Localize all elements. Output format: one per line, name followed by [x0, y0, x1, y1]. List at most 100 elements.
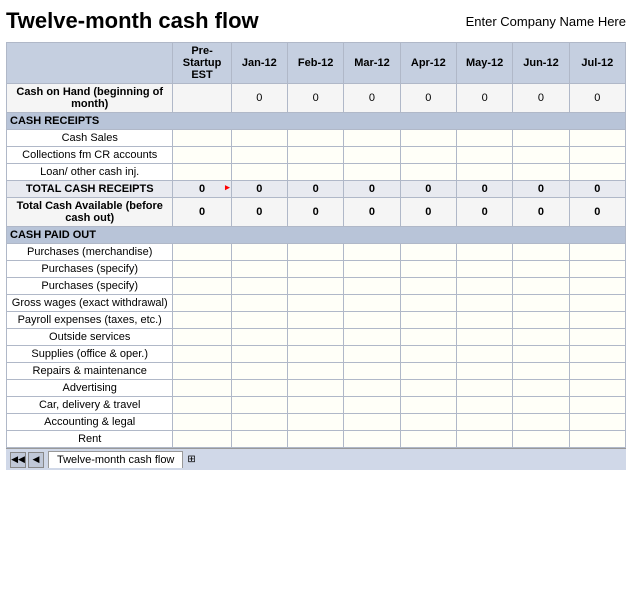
total-available-jun[interactable]: 0	[513, 198, 569, 227]
row-advertising: Advertising	[7, 380, 626, 397]
total-receipts-label: TOTAL CASH RECEIPTS	[7, 181, 173, 198]
cash-sales-jul[interactable]	[569, 130, 625, 147]
cash-sales-label: Cash Sales	[7, 130, 173, 147]
total-receipts-mar[interactable]: 0	[344, 181, 400, 198]
nav-first-button[interactable]: ◀◀	[10, 452, 26, 468]
sheet-navigation: ◀◀ ◀	[10, 452, 44, 468]
loan-label: Loan/ other cash inj.	[7, 164, 173, 181]
top-header: Twelve-month cash flow Enter Company Nam…	[6, 8, 626, 34]
cash-sales-mar[interactable]	[344, 130, 400, 147]
collections-jan[interactable]	[231, 147, 287, 164]
total-available-mar[interactable]: 0	[344, 198, 400, 227]
supplies-label: Supplies (office & oper.)	[7, 346, 173, 363]
row-collections: Collections fm CR accounts	[7, 147, 626, 164]
loan-apr[interactable]	[400, 164, 456, 181]
cash-on-hand-may[interactable]: 0	[456, 84, 512, 113]
cash-sales-apr[interactable]	[400, 130, 456, 147]
loan-feb[interactable]	[288, 164, 344, 181]
row-purchases-merch: Purchases (merchandise)	[7, 244, 626, 261]
collections-may[interactable]	[456, 147, 512, 164]
page-wrapper: Twelve-month cash flow Enter Company Nam…	[0, 0, 632, 470]
purchases-merch-label: Purchases (merchandise)	[7, 244, 173, 261]
collections-mar[interactable]	[344, 147, 400, 164]
cash-on-hand-apr[interactable]: 0	[400, 84, 456, 113]
total-available-apr[interactable]: 0	[400, 198, 456, 227]
purchases-spec2-label: Purchases (specify)	[7, 278, 173, 295]
total-available-feb[interactable]: 0	[288, 198, 344, 227]
bottom-bar: ◀◀ ◀ Twelve-month cash flow ⊞	[6, 448, 626, 470]
loan-may[interactable]	[456, 164, 512, 181]
row-cash-on-hand: Cash on Hand (beginning of month) 0 0 0 …	[7, 84, 626, 113]
section-cash-paid: CASH PAID OUT	[7, 227, 626, 244]
row-accounting: Accounting & legal	[7, 414, 626, 431]
loan-jul[interactable]	[569, 164, 625, 181]
repairs-label: Repairs & maintenance	[7, 363, 173, 380]
cash-on-hand-jul[interactable]: 0	[569, 84, 625, 113]
cash-on-hand-prestartup[interactable]	[173, 84, 231, 113]
collections-apr[interactable]	[400, 147, 456, 164]
cash-sales-jan[interactable]	[231, 130, 287, 147]
col-header-jun: Jun-12	[513, 43, 569, 84]
row-rent: Rent	[7, 431, 626, 448]
col-header-prestartup: Pre-Startup EST	[173, 43, 231, 84]
gross-wages-label: Gross wages (exact withdrawal)	[7, 295, 173, 312]
loan-jan[interactable]	[231, 164, 287, 181]
col-header-jan: Jan-12	[231, 43, 287, 84]
col-header-mar: Mar-12	[344, 43, 400, 84]
collections-jun[interactable]	[513, 147, 569, 164]
cash-sales-prestartup[interactable]	[173, 130, 231, 147]
cash-on-hand-mar[interactable]: 0	[344, 84, 400, 113]
loan-prestartup[interactable]	[173, 164, 231, 181]
cash-on-hand-label: Cash on Hand (beginning of month)	[7, 84, 173, 113]
advertising-label: Advertising	[7, 380, 173, 397]
sheet-tab[interactable]: Twelve-month cash flow	[48, 451, 183, 468]
spreadsheet: Pre-Startup EST Jan-12 Feb-12 Mar-12 Apr…	[6, 42, 626, 448]
section-cash-receipts: CASH RECEIPTS	[7, 113, 626, 130]
section-paid-label: CASH PAID OUT	[7, 227, 626, 244]
loan-mar[interactable]	[344, 164, 400, 181]
car-delivery-label: Car, delivery & travel	[7, 397, 173, 414]
row-repairs: Repairs & maintenance	[7, 363, 626, 380]
row-car-delivery: Car, delivery & travel	[7, 397, 626, 414]
loan-jun[interactable]	[513, 164, 569, 181]
rent-label: Rent	[7, 431, 173, 448]
col-header-jul: Jul-12	[569, 43, 625, 84]
total-available-prestartup[interactable]: 0	[173, 198, 231, 227]
row-total-available: Total Cash Available (before cash out) 0…	[7, 198, 626, 227]
collections-jul[interactable]	[569, 147, 625, 164]
accounting-label: Accounting & legal	[7, 414, 173, 431]
page-title: Twelve-month cash flow	[6, 8, 259, 34]
cash-on-hand-jun[interactable]: 0	[513, 84, 569, 113]
col-header-may: May-12	[456, 43, 512, 84]
total-available-label: Total Cash Available (before cash out)	[7, 198, 173, 227]
cash-on-hand-jan[interactable]: 0	[231, 84, 287, 113]
purchases-spec1-label: Purchases (specify)	[7, 261, 173, 278]
cash-sales-feb[interactable]	[288, 130, 344, 147]
total-receipts-prestartup[interactable]: 0▸	[173, 181, 231, 198]
total-receipts-apr[interactable]: 0	[400, 181, 456, 198]
total-receipts-jul[interactable]: 0	[569, 181, 625, 198]
row-payroll: Payroll expenses (taxes, etc.)	[7, 312, 626, 329]
total-available-may[interactable]: 0	[456, 198, 512, 227]
collections-label: Collections fm CR accounts	[7, 147, 173, 164]
total-available-jul[interactable]: 0	[569, 198, 625, 227]
row-total-receipts: TOTAL CASH RECEIPTS 0▸ 0 0 0 0 0 0 0	[7, 181, 626, 198]
cash-sales-may[interactable]	[456, 130, 512, 147]
collections-feb[interactable]	[288, 147, 344, 164]
cash-on-hand-feb[interactable]: 0	[288, 84, 344, 113]
total-receipts-feb[interactable]: 0	[288, 181, 344, 198]
row-supplies: Supplies (office & oper.)	[7, 346, 626, 363]
sheet-options-icon[interactable]: ⊞	[187, 454, 195, 465]
outside-services-label: Outside services	[7, 329, 173, 346]
company-name[interactable]: Enter Company Name Here	[466, 8, 626, 29]
row-outside-services: Outside services	[7, 329, 626, 346]
total-receipts-jan[interactable]: 0	[231, 181, 287, 198]
nav-prev-button[interactable]: ◀	[28, 452, 44, 468]
payroll-label: Payroll expenses (taxes, etc.)	[7, 312, 173, 329]
total-receipts-may[interactable]: 0	[456, 181, 512, 198]
total-receipts-jun[interactable]: 0	[513, 181, 569, 198]
row-loan: Loan/ other cash inj.	[7, 164, 626, 181]
cash-sales-jun[interactable]	[513, 130, 569, 147]
collections-prestartup[interactable]	[173, 147, 231, 164]
total-available-jan[interactable]: 0	[231, 198, 287, 227]
